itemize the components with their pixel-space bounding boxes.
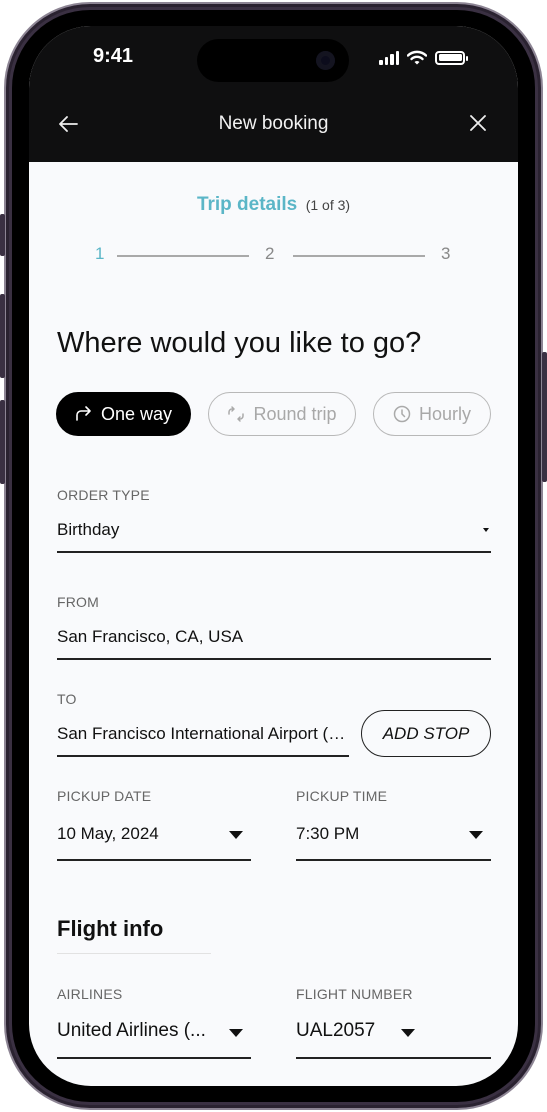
arrow-turn-right-icon bbox=[76, 406, 91, 421]
page-title: New booking bbox=[218, 113, 329, 134]
from-underline bbox=[57, 658, 491, 660]
one-way-label: One way bbox=[100, 403, 173, 424]
airlines-label: AIRLINES bbox=[57, 986, 123, 1002]
pickup-date-label: PICKUP DATE bbox=[57, 788, 152, 804]
pickup-date-underline bbox=[57, 859, 251, 861]
to-underline bbox=[57, 755, 349, 757]
order-type-underline bbox=[57, 551, 491, 553]
pickup-time-underline bbox=[296, 859, 491, 861]
airlines-underline bbox=[57, 1057, 251, 1059]
hourly-button[interactable]: Hourly bbox=[373, 392, 491, 436]
step-1[interactable]: 1 bbox=[95, 244, 104, 264]
question-heading: Where would you like to go? bbox=[57, 327, 422, 359]
volume-up-button bbox=[0, 294, 5, 378]
step-connector bbox=[293, 255, 425, 257]
status-icons bbox=[379, 50, 468, 65]
battery-icon bbox=[435, 50, 468, 65]
progress-stepper: 1 2 3 bbox=[93, 244, 453, 266]
pickup-time-label: PICKUP TIME bbox=[296, 788, 388, 804]
to-input[interactable]: San Francisco International Airport (SFO… bbox=[57, 724, 349, 744]
caret-down-icon[interactable] bbox=[401, 1029, 415, 1037]
step-3[interactable]: 3 bbox=[441, 244, 450, 264]
wifi-icon bbox=[407, 50, 427, 65]
round-trip-button[interactable]: Round trip bbox=[208, 392, 356, 436]
from-input[interactable]: San Francisco, CA, USA bbox=[57, 627, 491, 647]
order-type-select[interactable]: Birthday bbox=[57, 520, 457, 540]
caret-down-icon[interactable] bbox=[229, 1029, 243, 1037]
section-divider bbox=[57, 953, 211, 954]
pickup-time-select[interactable]: 7:30 PM bbox=[296, 824, 456, 844]
flight-number-select[interactable]: UAL2057 bbox=[296, 1020, 396, 1042]
volume-down-button bbox=[0, 400, 5, 484]
airlines-select[interactable]: United Airlines (... bbox=[57, 1020, 227, 1042]
repeat-icon bbox=[228, 406, 245, 422]
flight-info-heading: Flight info bbox=[57, 916, 164, 941]
pickup-date-select[interactable]: 10 May, 2024 bbox=[57, 824, 217, 844]
flight-number-underline bbox=[296, 1057, 491, 1059]
action-button bbox=[0, 214, 5, 256]
hourly-label: Hourly bbox=[418, 403, 471, 424]
round-trip-label: Round trip bbox=[253, 403, 337, 424]
from-label: FROM bbox=[57, 594, 100, 610]
caret-down-icon[interactable] bbox=[469, 831, 483, 839]
top-bar: 9:41 New booking bbox=[29, 26, 518, 162]
add-stop-button[interactable]: ADD STOP bbox=[361, 710, 491, 757]
step-title: Trip details bbox=[196, 194, 298, 215]
camera-icon bbox=[316, 51, 335, 70]
status-time: 9:41 bbox=[93, 45, 134, 67]
dynamic-island bbox=[197, 39, 349, 82]
one-way-button[interactable]: One way bbox=[56, 392, 191, 436]
close-icon[interactable] bbox=[468, 113, 488, 133]
step-2[interactable]: 2 bbox=[265, 244, 274, 264]
to-label: TO bbox=[57, 691, 77, 707]
clock-icon bbox=[393, 405, 411, 423]
caret-down-icon[interactable] bbox=[483, 528, 489, 532]
order-type-label: ORDER TYPE bbox=[57, 487, 150, 503]
step-count: (1 of 3) bbox=[305, 197, 351, 213]
caret-down-icon[interactable] bbox=[229, 831, 243, 839]
screen: 9:41 New booking Trip details (1 of 3) 1… bbox=[29, 26, 518, 1086]
signal-icon bbox=[379, 50, 399, 65]
step-connector bbox=[117, 255, 249, 257]
flight-number-label: FLIGHT NUMBER bbox=[296, 986, 413, 1002]
power-button bbox=[542, 352, 547, 482]
step-header: Trip details (1 of 3) bbox=[29, 194, 518, 216]
